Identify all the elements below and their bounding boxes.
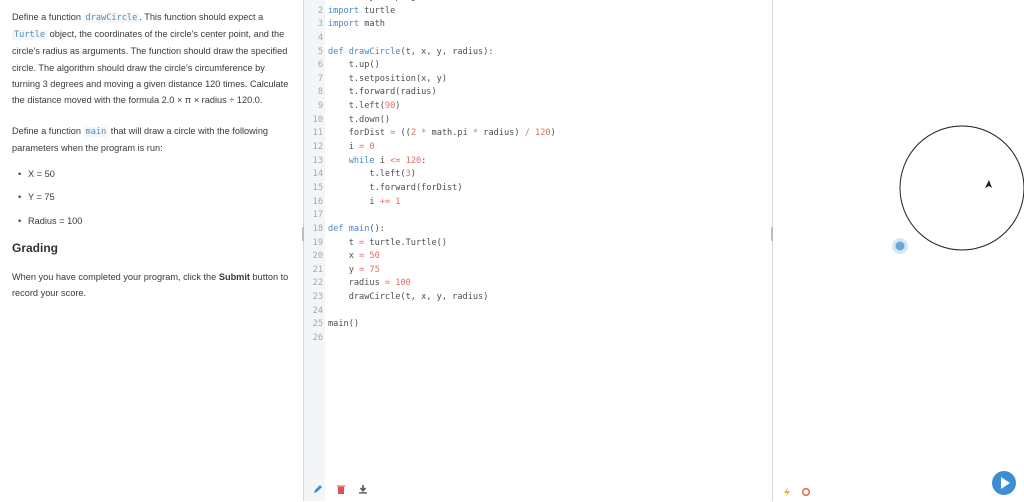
code-line[interactable]: 5 def drawCircle(t, x, y, radius):: [304, 46, 556, 60]
instructions-paragraph-3: When you have completed your program, cl…: [12, 271, 289, 298]
line-number: 8: [317, 87, 323, 98]
run-button[interactable]: [992, 471, 1016, 495]
code-line[interactable]: 2 import turtle: [304, 5, 556, 19]
line-number: 3: [317, 19, 323, 30]
line-number: 9: [317, 101, 323, 112]
line-number: 18: [312, 223, 323, 234]
code-text[interactable]: t.forward(radius): [328, 87, 437, 97]
turtle-drawing: [892, 125, 1024, 254]
code-text[interactable]: main(): [328, 319, 359, 329]
instructions-paragraph-2: Define a function main that will draw a …: [12, 126, 269, 154]
code-line[interactable]: 26: [304, 332, 556, 346]
line-number: 17: [312, 210, 323, 221]
instructions-panel: Define a function drawCircle. This funct…: [0, 0, 303, 501]
parameter-list: X = 50 Y = 75 Radius = 100: [12, 166, 291, 230]
line-number: 24: [312, 305, 323, 316]
download-icon[interactable]: [358, 484, 368, 497]
code-line[interactable]: 25 main(): [304, 318, 556, 332]
code-line[interactable]: 19 t = turtle.Turtle(): [304, 237, 556, 251]
canvas-toolbar: [773, 479, 1024, 501]
code-text[interactable]: x = 50: [328, 251, 380, 261]
list-item: X = 50: [18, 166, 291, 182]
code-line[interactable]: 6 t.up(): [304, 59, 556, 73]
trash-icon[interactable]: [336, 484, 346, 497]
line-number: 14: [312, 169, 323, 180]
code-text[interactable]: def drawCircle(t, x, y, radius):: [328, 47, 494, 57]
code-line[interactable]: 12 i = 0: [304, 141, 556, 155]
inline-code-turtle: Turtle: [12, 30, 48, 41]
code-line[interactable]: 24: [304, 305, 556, 319]
instructions-paragraph-1: Define a function drawCircle. This funct…: [12, 12, 289, 106]
bolt-icon[interactable]: [783, 484, 791, 502]
line-number: 7: [317, 73, 323, 84]
line-number: 13: [312, 155, 323, 166]
code-line[interactable]: 23 drawCircle(t, x, y, radius): [304, 291, 556, 305]
list-item: Y = 75: [18, 189, 291, 205]
inline-code-main: main: [83, 127, 109, 138]
line-number: 19: [312, 237, 323, 248]
settings-icon[interactable]: [801, 484, 811, 502]
line-number: 21: [312, 264, 323, 275]
line-number: 5: [317, 46, 323, 57]
code-lines[interactable]: 1# Write your program below.2import turt…: [304, 0, 556, 346]
code-text[interactable]: drawCircle(t, x, y, radius): [328, 292, 489, 302]
code-text[interactable]: i += 1: [328, 197, 400, 207]
line-number: 2: [317, 5, 323, 16]
list-item: Radius = 100: [18, 213, 291, 229]
code-line[interactable]: 14 t.left(3): [304, 168, 556, 182]
code-line[interactable]: 22 radius = 100: [304, 277, 556, 291]
code-text[interactable]: t.up(): [328, 60, 380, 70]
code-text[interactable]: while i <= 120:: [328, 156, 427, 166]
code-line[interactable]: 11 forDist = ((2 * math.pi * radius) / 1…: [304, 127, 556, 141]
line-number: 10: [312, 114, 323, 125]
code-text[interactable]: t.setposition(x, y): [328, 74, 447, 84]
code-line[interactable]: 16 i += 1: [304, 196, 556, 210]
line-number: 20: [312, 251, 323, 262]
code-text[interactable]: t.forward(forDist): [328, 183, 462, 193]
line-number: 22: [312, 278, 323, 289]
code-line[interactable]: 3 import math: [304, 18, 556, 32]
line-number: 26: [312, 333, 323, 344]
code-text[interactable]: y = 75: [328, 265, 380, 275]
code-line[interactable]: 21 y = 75: [304, 264, 556, 278]
code-line[interactable]: 8 t.forward(radius): [304, 86, 556, 100]
inline-code-drawcircle: drawCircle: [83, 13, 140, 23]
code-line[interactable]: 13 while i <= 120:: [304, 155, 556, 169]
code-text[interactable]: t.down(): [328, 115, 390, 125]
line-number: 23: [312, 292, 323, 303]
line-number: 4: [317, 32, 323, 43]
code-line[interactable]: 10 t.down(): [304, 114, 556, 128]
code-line[interactable]: 18 def main():: [304, 223, 556, 237]
code-text[interactable]: t.left(3): [328, 169, 416, 179]
code-text[interactable]: import math: [328, 19, 385, 29]
code-text[interactable]: t.left(90): [328, 101, 401, 111]
code-text[interactable]: def main():: [328, 224, 385, 234]
code-text[interactable]: i = 0: [328, 142, 375, 152]
code-text[interactable]: t = turtle.Turtle(): [328, 238, 447, 248]
line-number: 12: [312, 142, 323, 153]
code-text[interactable]: # Write your program below.: [328, 0, 468, 2]
code-editor[interactable]: 1# Write your program below.2import turt…: [304, 0, 772, 501]
grading-heading: Grading: [12, 241, 59, 256]
code-line[interactable]: 17: [304, 209, 556, 223]
code-text[interactable]: import turtle: [328, 6, 395, 16]
code-line[interactable]: 15 t.forward(forDist): [304, 182, 556, 196]
turtle-arrow-icon: [985, 180, 992, 188]
drawn-circle: [899, 125, 1024, 251]
pencil-icon[interactable]: [313, 484, 323, 497]
line-number: 25: [312, 319, 323, 330]
line-number: 11: [312, 128, 323, 139]
turtle-canvas: [773, 0, 1024, 501]
code-text[interactable]: radius = 100: [328, 278, 411, 288]
code-line[interactable]: 4: [304, 32, 556, 46]
line-number: 6: [317, 60, 323, 71]
code-line[interactable]: 20 x = 50: [304, 250, 556, 264]
code-line[interactable]: 7 t.setposition(x, y): [304, 73, 556, 87]
code-line[interactable]: 9 t.left(90): [304, 100, 556, 114]
editor-toolbar: [304, 479, 772, 501]
line-number: 15: [312, 182, 323, 193]
code-text[interactable]: forDist = ((2 * math.pi * radius) / 120): [328, 128, 556, 138]
line-number: 16: [312, 196, 323, 207]
